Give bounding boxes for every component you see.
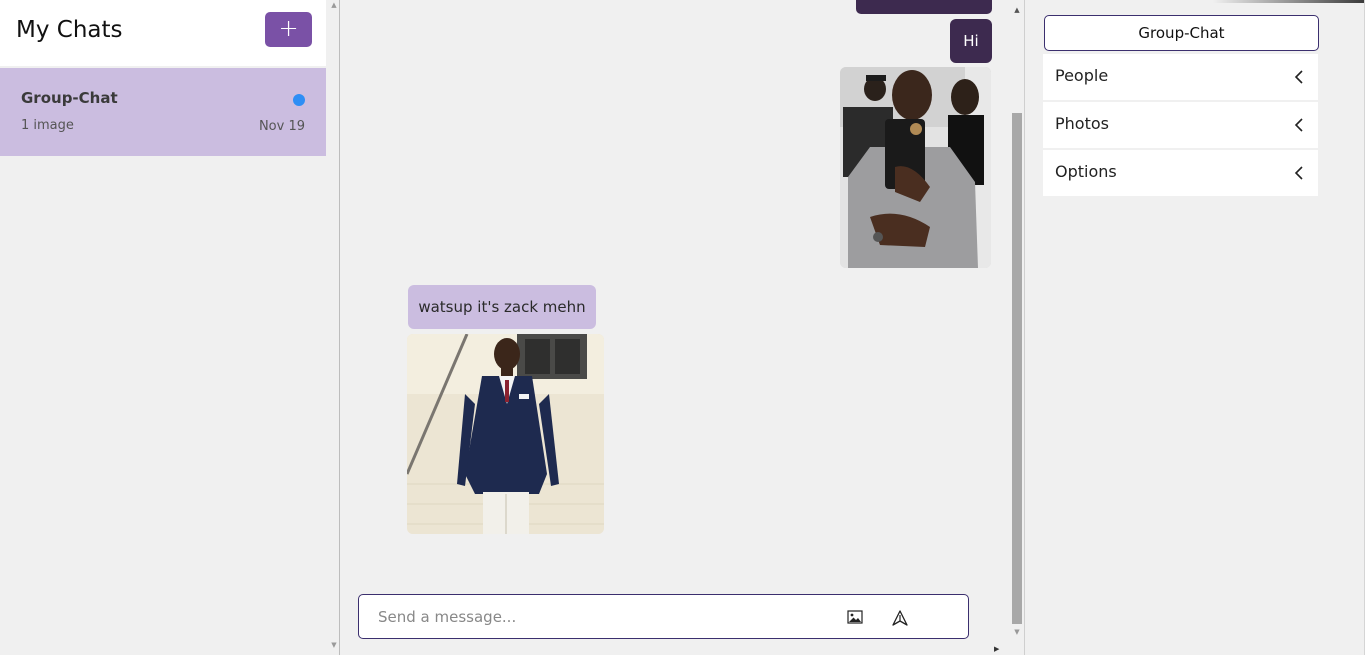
- suit-photo: [407, 334, 604, 534]
- chat-item-name: Group-Chat: [21, 89, 118, 107]
- horizontal-scroll-right-arrow[interactable]: ▶: [994, 645, 999, 653]
- incoming-message-bubble: watsup it's zack mehn: [408, 285, 596, 329]
- accordion-label: Options: [1055, 162, 1117, 181]
- sidebar-title: My Chats: [16, 17, 123, 43]
- accordion-label: People: [1055, 66, 1109, 85]
- image-icon[interactable]: [847, 610, 863, 624]
- panel-top-border: [1027, 0, 1365, 3]
- chat-list-item[interactable]: Group-Chat 1 image Nov 19: [0, 68, 326, 156]
- accordion-photos[interactable]: Photos: [1043, 102, 1318, 148]
- chat-list-sidebar: My Chats + Group-Chat 1 image Nov 19 ▲ ▼: [0, 0, 340, 655]
- accordion-label: Photos: [1055, 114, 1109, 133]
- sidebar-scroll-down-arrow[interactable]: ▼: [329, 640, 339, 650]
- new-chat-button[interactable]: +: [265, 12, 312, 47]
- incoming-photo-message[interactable]: [407, 334, 604, 534]
- message-composer: [358, 594, 969, 639]
- chat-scrollbar[interactable]: ▲ ▼: [1009, 0, 1025, 655]
- outgoing-message-bubble: Hi: [950, 19, 992, 63]
- sidebar-header: My Chats +: [0, 0, 326, 66]
- chevron-left-icon: [1294, 166, 1303, 180]
- chat-scroll-down-arrow[interactable]: ▼: [1012, 627, 1022, 637]
- unread-indicator: [293, 94, 305, 106]
- outgoing-message-bubble: [856, 0, 992, 14]
- details-accordion: People Photos Options: [1043, 54, 1318, 198]
- chat-scroll-thumb[interactable]: [1012, 113, 1022, 624]
- chat-scroll-up-arrow[interactable]: ▲: [1012, 5, 1022, 15]
- chat-conversation: Hi watsup it's zack mehn Send a message.…: [341, 0, 1025, 655]
- chat-details-panel: Group-Chat People Photos Options: [1027, 0, 1365, 655]
- group-name-button[interactable]: Group-Chat: [1044, 15, 1319, 51]
- send-icon[interactable]: [892, 610, 908, 626]
- chat-item-preview: 1 image: [21, 118, 74, 133]
- selfie-photo: [840, 67, 991, 268]
- sidebar-scroll-up-arrow[interactable]: ▲: [329, 0, 339, 10]
- message-input[interactable]: [360, 596, 830, 637]
- accordion-people[interactable]: People: [1043, 54, 1318, 100]
- chevron-left-icon: [1294, 70, 1303, 84]
- outgoing-photo-message[interactable]: [840, 67, 991, 268]
- accordion-options[interactable]: Options: [1043, 150, 1318, 196]
- chevron-left-icon: [1294, 118, 1303, 132]
- chat-app: My Chats + Group-Chat 1 image Nov 19 ▲ ▼…: [0, 0, 1365, 655]
- chat-item-date: Nov 19: [258, 119, 305, 134]
